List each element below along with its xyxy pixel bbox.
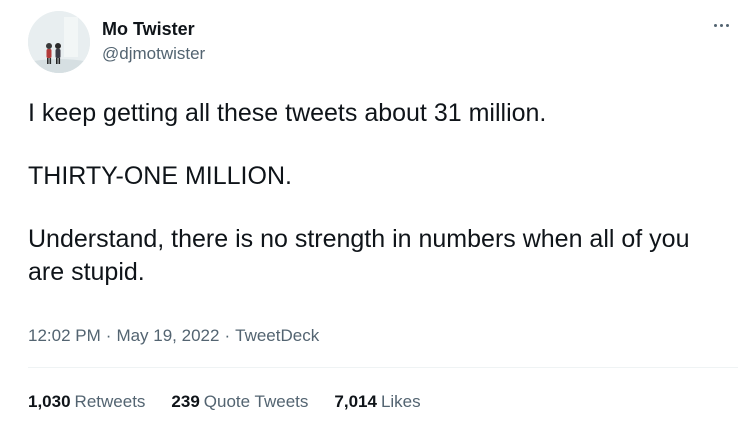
author-handle[interactable]: @djmotwister	[102, 44, 205, 64]
retweets-label: Retweets	[74, 392, 146, 411]
avatar-photo-icon	[28, 11, 90, 73]
avatar[interactable]	[28, 11, 90, 73]
tweet-stats: 1,030 Retweets 239 Quote Tweets 7,014 Likes	[28, 392, 447, 412]
tweet-date[interactable]: May 19, 2022	[116, 326, 219, 345]
more-dot	[719, 23, 723, 27]
more-dot	[713, 23, 717, 27]
meta-separator: ·	[224, 326, 231, 345]
likes-label: Likes	[380, 392, 421, 411]
meta-separator: ·	[105, 326, 112, 345]
quote-tweets-count: 239	[171, 392, 200, 411]
tweet-source[interactable]: TweetDeck	[235, 326, 319, 345]
quote-tweets-stat[interactable]: 239 Quote Tweets	[171, 392, 308, 412]
tweet-card: Mo Twister @djmotwister I keep getting a…	[0, 0, 750, 431]
more-options-icon[interactable]	[706, 14, 736, 36]
likes-count: 7,014	[334, 392, 377, 411]
likes-stat[interactable]: 7,014 Likes	[334, 392, 420, 412]
retweets-stat[interactable]: 1,030 Retweets	[28, 392, 145, 412]
tweet-time[interactable]: 12:02 PM	[28, 326, 101, 345]
tweet-text: I keep getting all these tweets about 31…	[28, 97, 728, 289]
tweet-meta: 12:02 PM · May 19, 2022 · TweetDeck	[28, 326, 319, 346]
divider	[28, 367, 738, 368]
tweet-paragraph: Understand, there is no strength in numb…	[28, 225, 690, 286]
tweet-paragraph: I keep getting all these tweets about 31…	[28, 99, 547, 127]
quote-tweets-label: Quote Tweets	[203, 392, 309, 411]
author-name[interactable]: Mo Twister	[102, 19, 195, 39]
retweets-count: 1,030	[28, 392, 71, 411]
more-dot	[725, 23, 729, 27]
tweet-paragraph: THIRTY-ONE MILLION.	[28, 162, 292, 190]
